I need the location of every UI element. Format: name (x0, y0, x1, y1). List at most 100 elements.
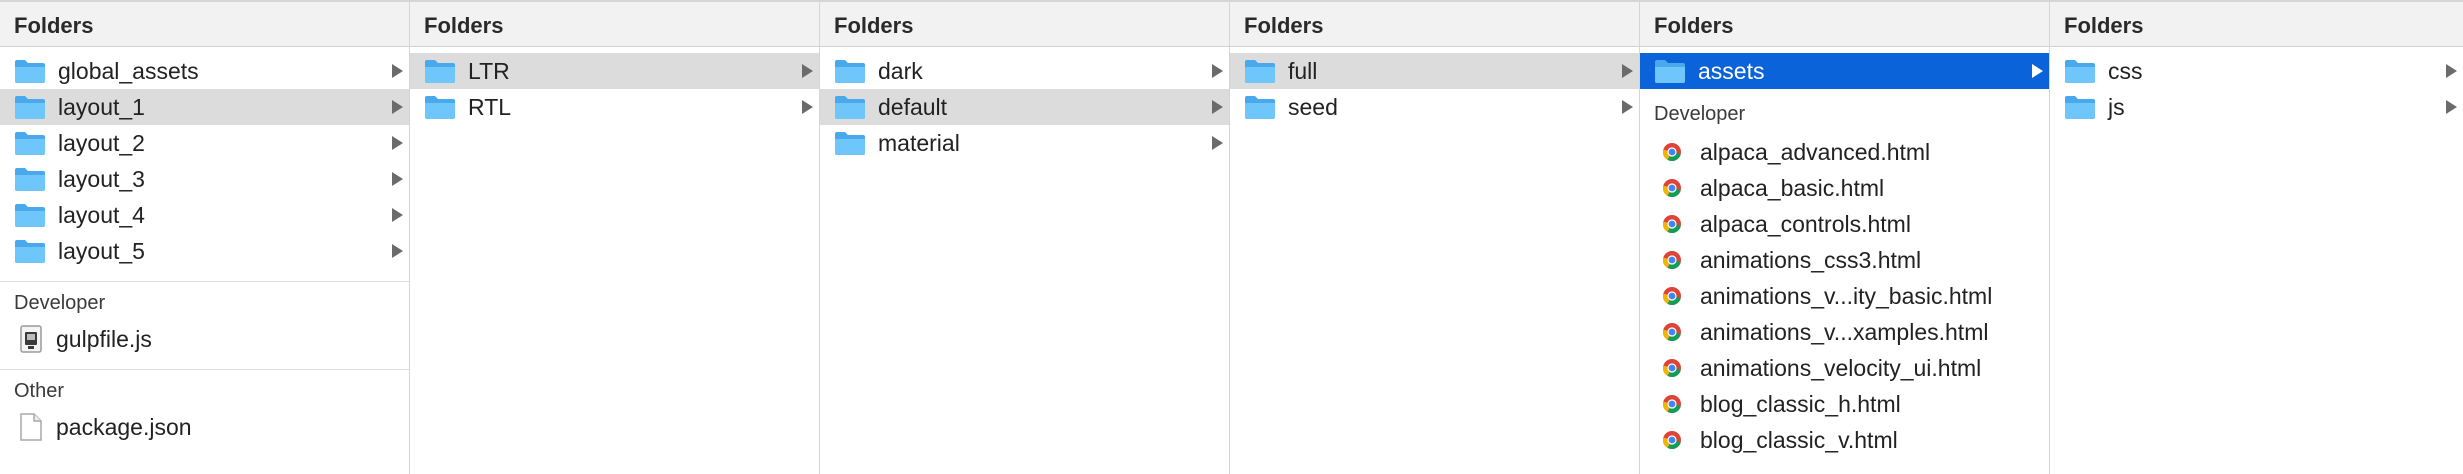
folder-row[interactable]: seed (1230, 89, 1639, 125)
folder-icon (15, 60, 45, 83)
folder-label: global_assets (58, 57, 199, 84)
file-row[interactable]: alpaca_basic.html (1640, 170, 2049, 206)
folder-icon (15, 132, 45, 155)
column-header: Folders (0, 2, 409, 47)
folder-list: LTR RTL (410, 47, 819, 125)
folder-icon (835, 96, 865, 119)
column-6[interactable]: Folders css js (2050, 2, 2463, 474)
chevron-right-icon (392, 172, 403, 186)
chevron-right-icon (1622, 64, 1633, 78)
file-label: gulpfile.js (56, 325, 152, 352)
chevron-right-icon (2446, 100, 2457, 114)
file-row[interactable]: alpaca_controls.html (1640, 206, 2049, 242)
js-file-icon (20, 325, 42, 353)
folder-label: assets (1698, 57, 1765, 84)
file-row[interactable]: blog_classic_v.html (1640, 422, 2049, 458)
chevron-right-icon (392, 136, 403, 150)
chrome-html-icon (1662, 215, 1681, 234)
folder-row[interactable]: layout_2 (0, 125, 409, 161)
chevron-right-icon (392, 100, 403, 114)
column-header: Folders (2050, 2, 2463, 47)
column-header: Folders (1230, 2, 1639, 47)
folder-icon (1655, 60, 1685, 83)
chevron-right-icon (392, 208, 403, 222)
folder-label: layout_4 (58, 201, 145, 228)
folder-icon (2065, 60, 2095, 83)
folder-list: dark default material (820, 47, 1229, 161)
folder-label: full (1288, 57, 1318, 84)
file-row[interactable]: animations_velocity_ui.html (1640, 350, 2049, 386)
column-3[interactable]: Folders dark default material (820, 2, 1230, 474)
folder-row[interactable]: default (820, 89, 1229, 125)
folder-row[interactable]: layout_3 (0, 161, 409, 197)
file-label: alpaca_controls.html (1700, 210, 1911, 237)
file-row[interactable]: blog_classic_h.html (1640, 386, 2049, 422)
folder-icon (15, 168, 45, 191)
folder-row[interactable]: js (2050, 89, 2463, 125)
section-title: Other (14, 380, 65, 402)
chevron-right-icon (1212, 136, 1223, 150)
folder-list: global_assets layout_1 layout_2 layout_3 (0, 47, 409, 269)
column-header: Folders (1640, 2, 2049, 47)
folder-row[interactable]: LTR (410, 53, 819, 89)
folder-row[interactable]: material (820, 125, 1229, 161)
file-row[interactable]: gulpfile.js (0, 321, 409, 357)
file-label: alpaca_advanced.html (1700, 138, 1931, 165)
file-label: animations_v...xamples.html (1700, 318, 1989, 345)
file-label: animations_v...ity_basic.html (1700, 282, 1993, 309)
document-icon (20, 413, 42, 441)
file-row[interactable]: package.json (0, 409, 409, 445)
folder-list: assets (1640, 47, 2049, 89)
folder-icon (1245, 96, 1275, 119)
folder-row[interactable]: full (1230, 53, 1639, 89)
folder-row[interactable]: global_assets (0, 53, 409, 89)
folder-label: material (878, 129, 960, 156)
column-header: Folders (820, 2, 1229, 47)
folder-row[interactable]: layout_4 (0, 197, 409, 233)
file-row[interactable]: animations_v...xamples.html (1640, 314, 2049, 350)
folder-row[interactable]: dark (820, 53, 1229, 89)
file-label: alpaca_basic.html (1700, 174, 1885, 201)
folder-label: layout_2 (58, 129, 145, 156)
file-row[interactable]: animations_v...ity_basic.html (1640, 278, 2049, 314)
file-label: blog_classic_h.html (1700, 390, 1901, 417)
folder-label: layout_3 (58, 165, 145, 192)
folder-row[interactable]: css (2050, 53, 2463, 89)
chevron-right-icon (392, 64, 403, 78)
chrome-html-icon (1662, 395, 1681, 414)
column-1[interactable]: Folders global_assets layout_1 layout_2 … (0, 2, 410, 474)
folder-row[interactable]: assets (1640, 53, 2049, 89)
chevron-right-icon (2032, 64, 2043, 78)
column-2[interactable]: Folders LTR RTL (410, 2, 820, 474)
chrome-html-icon (1662, 143, 1681, 162)
folder-icon (425, 96, 455, 119)
column-browser: Folders global_assets layout_1 layout_2 … (0, 0, 2463, 474)
chevron-right-icon (1212, 100, 1223, 114)
folder-label: layout_1 (58, 93, 145, 120)
chevron-right-icon (802, 64, 813, 78)
folder-list: css js (2050, 47, 2463, 125)
folder-row[interactable]: RTL (410, 89, 819, 125)
folder-icon (15, 204, 45, 227)
file-row[interactable]: animations_css3.html (1640, 242, 2049, 278)
chrome-html-icon (1662, 287, 1681, 306)
section-title: Developer (14, 292, 106, 314)
chevron-right-icon (2446, 64, 2457, 78)
folder-label: layout_5 (58, 237, 145, 264)
chevron-right-icon (802, 100, 813, 114)
file-label: blog_classic_v.html (1700, 426, 1898, 453)
folder-row[interactable]: layout_1 (0, 89, 409, 125)
folder-icon (835, 60, 865, 83)
chrome-html-icon (1662, 431, 1681, 450)
chevron-right-icon (1212, 64, 1223, 78)
column-4[interactable]: Folders full seed (1230, 2, 1640, 474)
folder-label: js (2108, 93, 2125, 120)
file-row[interactable]: alpaca_advanced.html (1640, 134, 2049, 170)
folder-row[interactable]: layout_5 (0, 233, 409, 269)
folder-list: full seed (1230, 47, 1639, 125)
file-label: animations_velocity_ui.html (1700, 354, 1982, 381)
chrome-html-icon (1662, 359, 1681, 378)
section-title: Developer (1654, 103, 1746, 125)
column-5[interactable]: Folders assets Developer alpaca_advanced… (1640, 2, 2050, 474)
folder-icon (15, 96, 45, 119)
